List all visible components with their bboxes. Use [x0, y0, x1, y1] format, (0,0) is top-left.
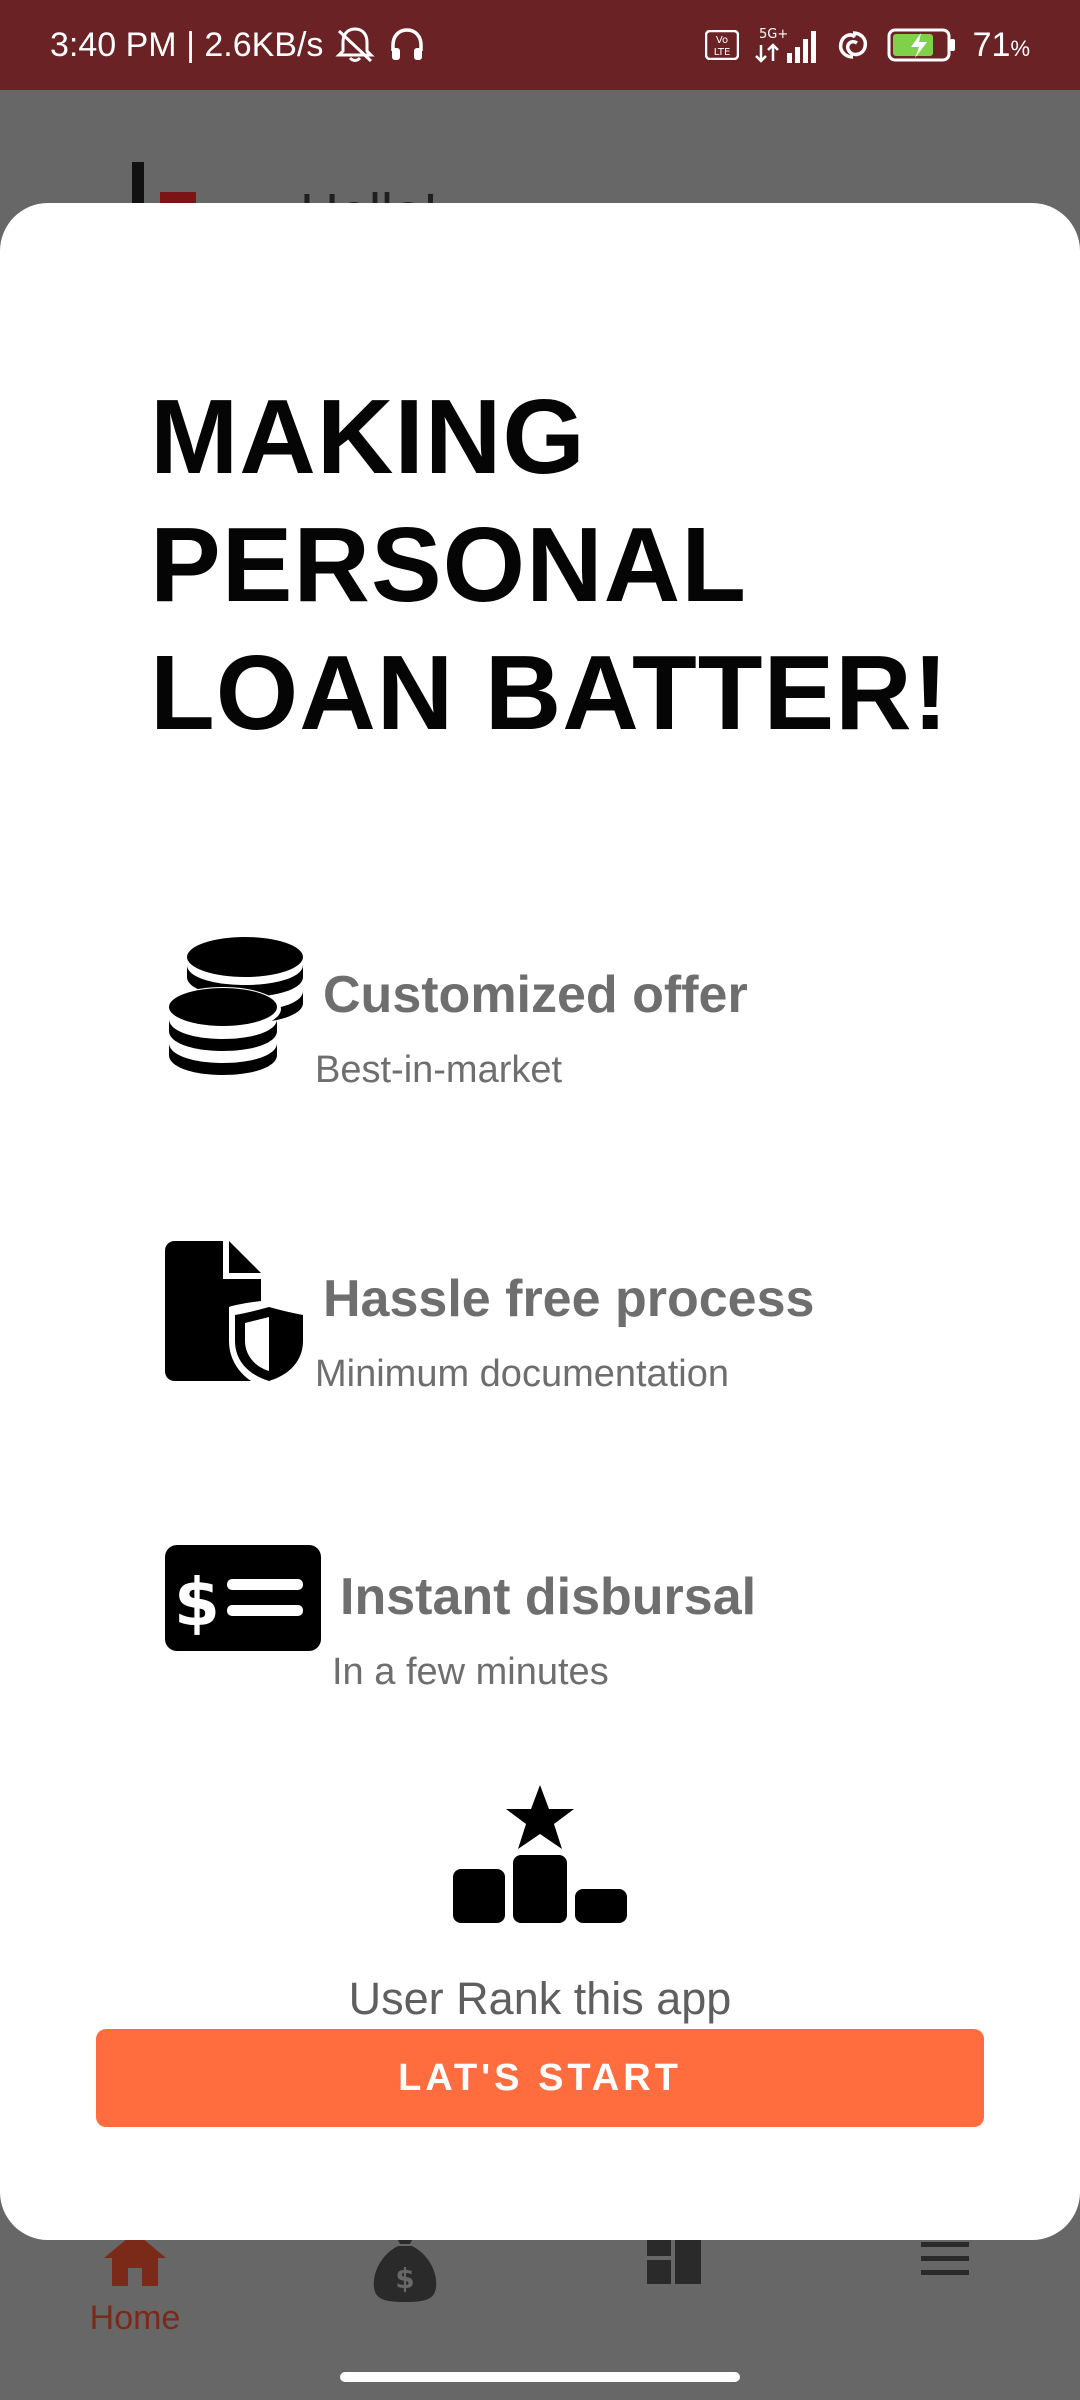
headline-line-3: LOAN BATTER!: [150, 634, 950, 752]
status-time-speed: 3:40 PM | 2.6KB/s: [50, 25, 324, 64]
feature-customized-offer: Customized offer Best-in-market: [165, 935, 1025, 1115]
status-right: Vo LTE 5G+ 71%: [704, 25, 1030, 65]
battery-value: 71: [972, 25, 1011, 64]
feature-title: Hassle free process: [323, 1270, 815, 1328]
network-type-text: 5G+: [759, 27, 788, 42]
battery-percent: 71%: [973, 26, 1030, 65]
status-bar: 3:40 PM | 2.6KB/s Vo LTE 5G+ 71%: [0, 0, 1080, 90]
ranking-podium-icon: [453, 1783, 627, 1930]
start-button[interactable]: LAT'S START: [96, 2029, 984, 2127]
link-icon: [833, 25, 873, 65]
home-indicator: [340, 2372, 740, 2382]
feature-instant-disbursal: $ Instant disbursal In a few minutes: [165, 1545, 1025, 1725]
feature-title: Customized offer: [323, 966, 748, 1024]
headline: MAKING PERSONAL LOAN BATTER!: [150, 373, 970, 757]
volte-text-bottom: LTE: [713, 47, 730, 58]
muted-bell-icon: [333, 25, 377, 65]
volte-text-top: Vo: [716, 35, 728, 46]
rank-text: User Rank this app: [348, 1973, 732, 2024]
signal-icon: 5G+: [753, 25, 819, 65]
nav-home-label: Home: [89, 2299, 181, 2337]
headphones-icon: [387, 25, 427, 65]
feature-hassle-free: Hassle free process Minimum documentatio…: [165, 1241, 1025, 1421]
volte-icon: Vo LTE: [704, 30, 739, 60]
status-left: 3:40 PM | 2.6KB/s: [50, 25, 427, 65]
svg-text:$: $: [395, 2262, 414, 2295]
headline-line-1: MAKING: [150, 378, 586, 496]
feature-title: Instant disbursal: [340, 1568, 757, 1626]
feature-subtitle: Best-in-market: [315, 1049, 563, 1091]
headline-line-2: PERSONAL: [150, 506, 747, 624]
intro-modal: MAKING PERSONAL LOAN BATTER! Customized …: [0, 203, 1080, 2240]
coins-icon: [165, 935, 305, 1080]
svg-text:$: $: [174, 1564, 220, 1641]
document-shield-icon: [165, 1241, 305, 1386]
battery-icon: [887, 27, 959, 63]
money-bill-icon: $: [165, 1545, 321, 1656]
money-bag-icon: $: [370, 2228, 440, 2309]
battery-unit: %: [1010, 35, 1030, 61]
feature-subtitle: Minimum documentation: [315, 1353, 729, 1395]
feature-subtitle: In a few minutes: [332, 1651, 609, 1693]
